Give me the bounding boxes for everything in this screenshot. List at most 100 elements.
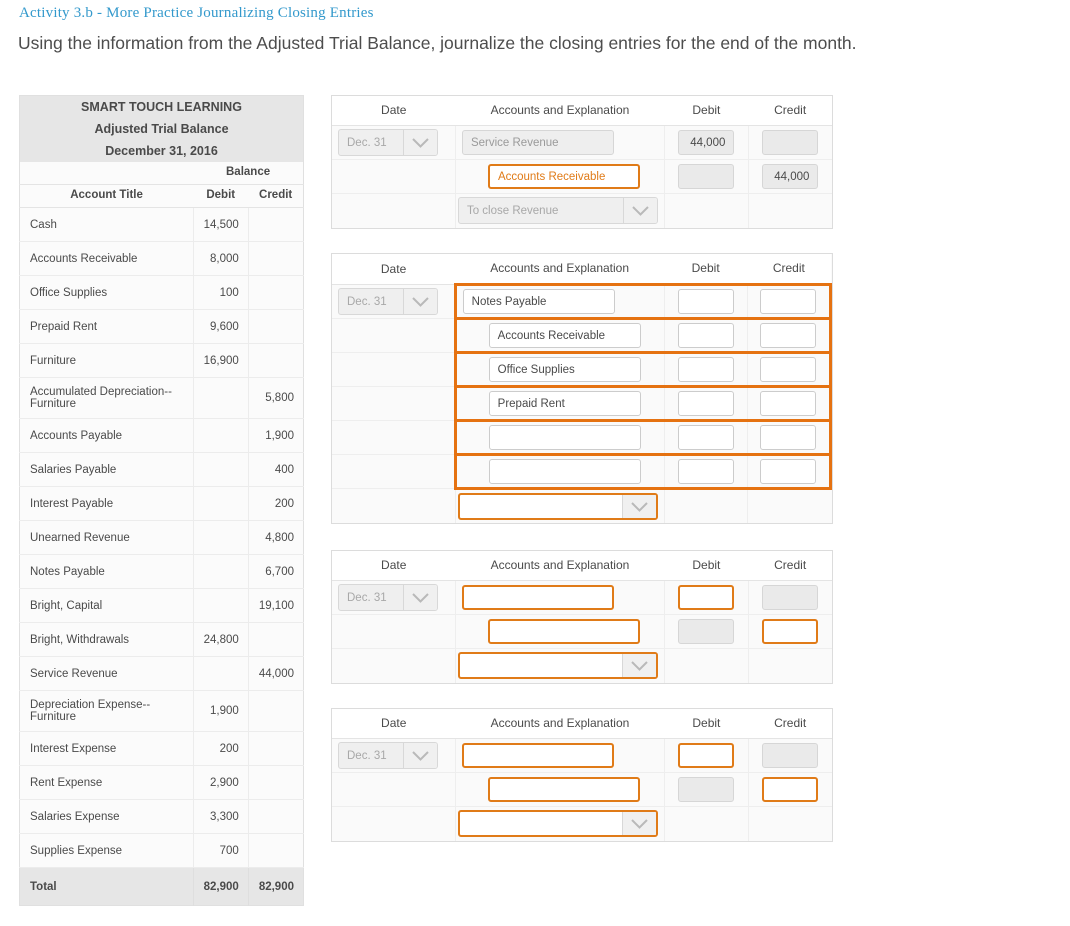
debit-cell (664, 580, 749, 615)
debit-cell (192, 554, 249, 589)
account-cell: Accounts Receivable (455, 159, 665, 194)
date-cell (332, 159, 456, 194)
account-cell: Service Revenue (455, 125, 665, 160)
account-input[interactable] (461, 585, 614, 610)
account-input[interactable] (488, 459, 641, 484)
account-input[interactable]: Accounts Receivable (488, 323, 641, 348)
debit-cell: 1,900 (192, 690, 249, 732)
date-cell: Dec. 31 (332, 580, 456, 615)
debit-cell: 700 (192, 833, 249, 868)
debit-cell: 3,300 (192, 799, 249, 834)
date-select[interactable]: Dec. 31 (338, 584, 438, 611)
debit-input[interactable]: 44,000 (678, 130, 735, 155)
credit-cell (247, 309, 304, 344)
header-debit: Debit (664, 709, 749, 739)
date-cell-empty (332, 806, 456, 841)
debit-input[interactable] (677, 459, 734, 484)
debit-cell (192, 486, 249, 521)
table-row: Unearned Revenue 4,800 (19, 520, 304, 555)
date-select[interactable]: Dec. 31 (338, 742, 438, 769)
credit-cell: 1,900 (247, 418, 304, 453)
debit-input[interactable] (677, 323, 734, 348)
credit-input[interactable] (760, 289, 817, 314)
credit-input[interactable] (760, 357, 817, 382)
date-cell: Dec. 31 (332, 125, 456, 160)
account-title-cell: Unearned Revenue (19, 520, 194, 555)
explanation-select[interactable] (457, 652, 658, 680)
debit-cell (192, 418, 249, 453)
date-select[interactable]: Dec. 31 (338, 129, 438, 156)
account-input[interactable] (461, 743, 614, 768)
balance-group-label: Balance (193, 162, 304, 185)
debit-cell (664, 385, 748, 422)
debit-input[interactable] (677, 425, 734, 450)
account-input[interactable] (487, 777, 640, 802)
credit-input[interactable] (760, 425, 817, 450)
credit-input[interactable] (762, 743, 819, 768)
debit-cell: 44,000 (664, 125, 749, 160)
header-debit: Debit (193, 184, 249, 208)
account-title-cell: Accounts Receivable (19, 241, 194, 276)
debit-input[interactable] (678, 585, 735, 610)
credit-input[interactable] (760, 459, 817, 484)
table-row: Rent Expense 2,900 (19, 765, 304, 800)
account-input[interactable] (487, 619, 640, 644)
debit-cell (664, 159, 749, 194)
debit-input[interactable] (678, 619, 735, 644)
credit-cell (247, 622, 304, 657)
credit-input[interactable]: 44,000 (762, 164, 819, 189)
account-cell (453, 419, 665, 456)
account-input[interactable] (488, 425, 641, 450)
journal-table: Date Accounts and Explanation Debit Credit D… (332, 96, 832, 228)
debit-cell: 14,500 (192, 207, 249, 242)
journal-entry-row: Dec. 31 Service Revenue 44,000 (332, 125, 832, 160)
debit-input[interactable] (677, 289, 734, 314)
journal-entry-row: Dec. 31 Notes Payable (332, 283, 833, 320)
debit-input[interactable] (677, 357, 734, 382)
date-cell (332, 420, 456, 455)
journal-entry-row: Accounts Receivable 44,000 (332, 159, 832, 194)
account-input[interactable]: Office Supplies (488, 357, 641, 382)
header-debit: Debit (664, 96, 749, 126)
explanation-select[interactable] (457, 810, 658, 838)
credit-cell: 200 (247, 486, 304, 521)
journal-entry-row: Accounts Receivable (332, 317, 833, 354)
journal-table: Date Accounts and Explanation Debit Credit D… (332, 254, 833, 523)
credit-input[interactable] (762, 130, 819, 155)
account-title-cell: Salaries Payable (19, 452, 194, 487)
credit-input[interactable] (762, 619, 819, 644)
journal-table: Date Accounts and Explanation Debit Credit D… (332, 709, 832, 841)
trial-balance-total-row: Total 82,900 82,900 (19, 867, 304, 906)
journal-table: Date Accounts and Explanation Debit Credit D… (332, 551, 832, 683)
date-cell (332, 318, 456, 353)
account-input[interactable]: Service Revenue (461, 130, 614, 155)
account-cell: Accounts Receivable (453, 317, 665, 354)
credit-input[interactable] (762, 777, 819, 802)
account-cell (453, 453, 665, 490)
table-row: Interest Payable 200 (19, 486, 304, 521)
date-cell: Dec. 31 (332, 284, 456, 319)
journal-header-row: Date Accounts and Explanation Debit Credit (332, 709, 832, 739)
debit-cell (192, 377, 249, 419)
account-input[interactable]: Notes Payable (462, 289, 615, 314)
account-title-cell: Depreciation Expense--Furniture (19, 690, 194, 732)
debit-input[interactable] (678, 777, 735, 802)
account-input[interactable]: Accounts Receivable (487, 164, 640, 189)
credit-input[interactable] (762, 585, 819, 610)
explanation-select[interactable] (457, 493, 658, 520)
date-select[interactable]: Dec. 31 (338, 288, 438, 315)
header-debit: Debit (664, 254, 748, 285)
debit-input[interactable] (678, 743, 735, 768)
credit-input[interactable] (760, 391, 817, 416)
chevron-down-icon (403, 585, 437, 610)
debit-input[interactable] (677, 391, 734, 416)
chevron-down-icon (622, 198, 657, 224)
trial-balance-column-headers: Balance (19, 162, 304, 185)
header-accounts: Accounts and Explanation (455, 96, 665, 126)
credit-input[interactable] (760, 323, 817, 348)
debit-cell: 9,600 (192, 309, 249, 344)
debit-input[interactable] (678, 164, 735, 189)
credit-cell (747, 283, 833, 320)
explanation-select[interactable]: To close Revenue (457, 197, 658, 225)
account-input[interactable]: Prepaid Rent (488, 391, 641, 416)
